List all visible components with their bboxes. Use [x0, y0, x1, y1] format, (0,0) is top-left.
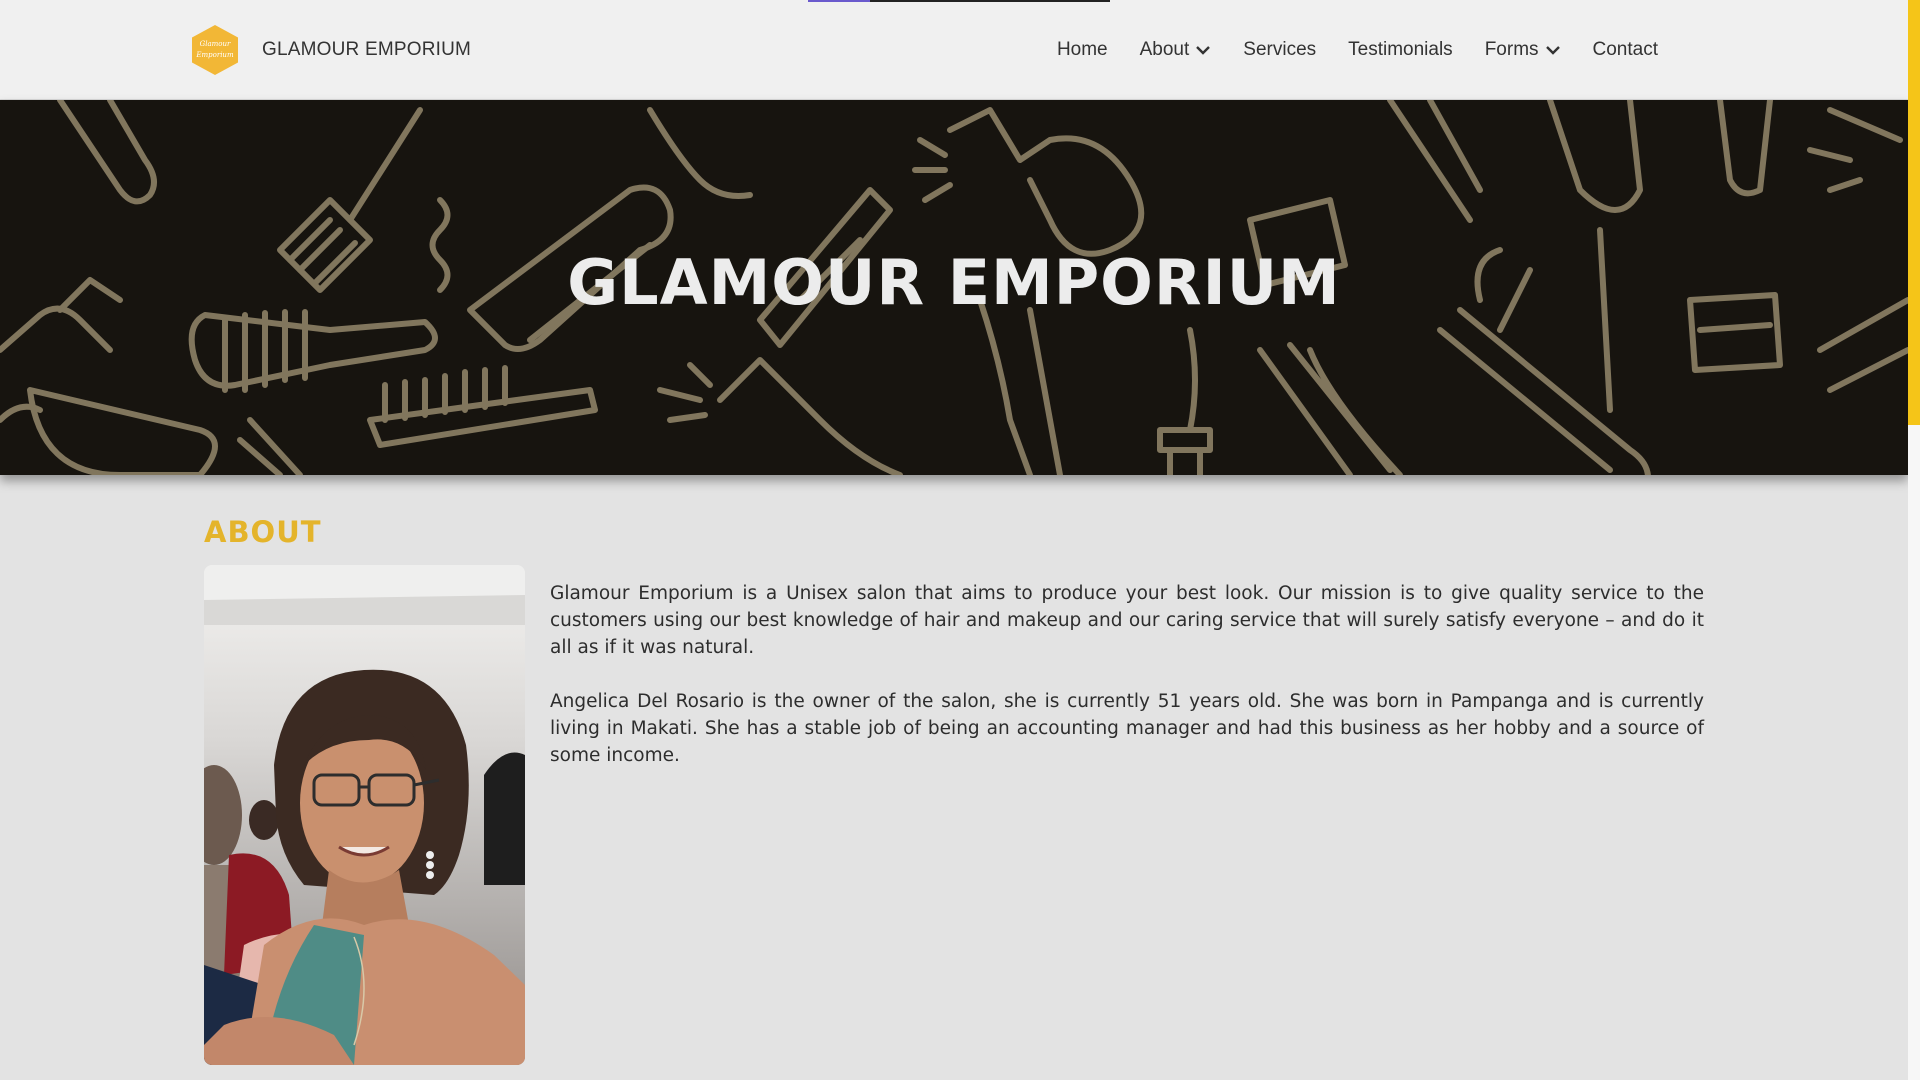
nav-home[interactable]: Home [1057, 39, 1108, 61]
nav-testimonials[interactable]: Testimonials [1348, 39, 1453, 61]
chevron-down-icon [1196, 46, 1211, 55]
brand-link[interactable]: Glamour Emporium GLAMOUR EMPORIUM [190, 24, 471, 76]
nav-forms-dropdown[interactable]: Forms [1485, 39, 1561, 61]
nav-contact-label: Contact [1592, 39, 1658, 60]
nav-services-label: Services [1243, 39, 1317, 60]
nav-services[interactable]: Services [1243, 39, 1316, 61]
main-nav: Home About Services Testimonials Forms C… [1057, 0, 1658, 100]
chevron-down-icon [1545, 46, 1560, 55]
hero-banner: GLAMOUR EMPORIUM [0, 100, 1908, 475]
brand-name: GLAMOUR EMPORIUM [262, 39, 472, 60]
scrollbar-thumb[interactable] [1908, 0, 1920, 425]
owner-photo [204, 565, 525, 1065]
about-paragraph: Glamour Emporium is a Unisex salon that … [550, 583, 1704, 658]
hero-title: GLAMOUR EMPORIUM [567, 246, 1341, 319]
logo-hexagon-icon: Glamour Emporium [190, 24, 240, 76]
page: Glamour Emporium GLAMOUR EMPORIUM Home A… [0, 0, 1920, 1080]
svg-text:Glamour: Glamour [200, 40, 231, 48]
about-paragraph: Angelica Del Rosario is the owner of the… [550, 691, 1704, 766]
about-text: Glamour Emporium is a Unisex salon that … [550, 580, 1704, 769]
page-scrollbar[interactable] [1908, 0, 1920, 1080]
nav-about-label: About [1139, 39, 1190, 60]
nav-about-dropdown[interactable]: About [1140, 39, 1212, 61]
nav-contact[interactable]: Contact [1593, 39, 1658, 61]
nav-testimonials-label: Testimonials [1348, 39, 1453, 60]
about-heading: ABOUT [204, 515, 322, 549]
svg-text:Emporium: Emporium [195, 51, 234, 59]
navbar: Glamour Emporium GLAMOUR EMPORIUM Home A… [0, 0, 1908, 100]
nav-home-label: Home [1056, 39, 1108, 60]
nav-forms-label: Forms [1484, 39, 1539, 60]
